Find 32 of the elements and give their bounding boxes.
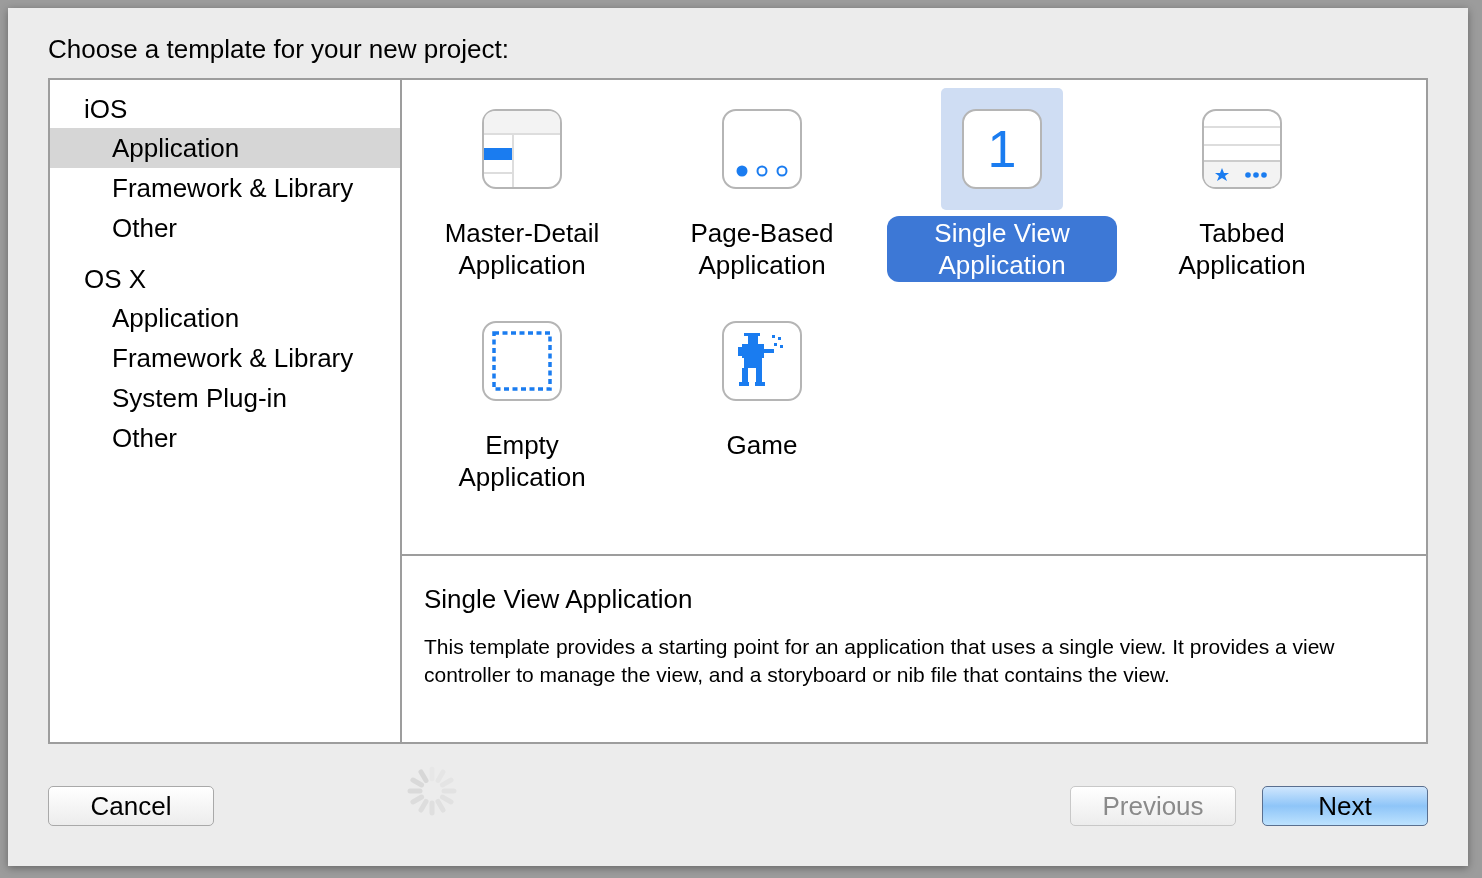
number-icon: 1 <box>962 109 1042 189</box>
template-item[interactable]: Page-Based Application <box>642 88 882 300</box>
tab-bar-icon <box>1202 109 1282 189</box>
template-item[interactable]: Master-Detail Application <box>402 88 642 300</box>
dialog-button[interactable]: Cancel <box>48 786 214 826</box>
split-layout-icon <box>482 109 562 189</box>
page-dots-icon <box>722 109 802 189</box>
sidebar-item[interactable]: Application <box>50 128 400 168</box>
sidebar-item[interactable]: System Plug-in <box>50 378 400 418</box>
sidebar-group-label: iOS <box>83 93 129 126</box>
template-item[interactable]: Game <box>642 300 882 512</box>
sidebar-item[interactable]: Application <box>50 298 400 338</box>
template-item[interactable]: 1 Single View Application <box>882 88 1122 300</box>
sidebar-item[interactable]: Other <box>50 208 400 248</box>
dialog-button[interactable]: Next <box>1262 786 1428 826</box>
description-title: Single View Application <box>424 583 694 616</box>
template-label: Empty Application <box>457 429 587 494</box>
template-label: Master-Detail Application <box>443 217 601 282</box>
template-label: Page-Based Application <box>689 217 835 282</box>
sidebar-item[interactable]: Framework & Library <box>50 168 400 208</box>
dialog-title: Choose a template for your new project: <box>48 33 511 66</box>
dashed-square-icon <box>482 321 562 401</box>
template-item[interactable]: Empty Application <box>402 300 642 512</box>
sidebar-item[interactable]: Other <box>50 418 400 458</box>
template-label: Tabbed Application <box>1177 217 1307 282</box>
sidebar-item[interactable]: Framework & Library <box>50 338 400 378</box>
robot-icon <box>722 321 802 401</box>
sidebar-group-label: OS X <box>83 263 148 296</box>
template-label: Game <box>725 429 799 462</box>
description-text: This template provides a starting point for an application that uses a single view. It provides a view controller to manage the view, and a storyboard or nib file that contains the view. <box>424 634 1336 688</box>
template-item[interactable]: Tabbed Application <box>1122 88 1362 300</box>
template-label: Single View Application <box>887 216 1117 282</box>
